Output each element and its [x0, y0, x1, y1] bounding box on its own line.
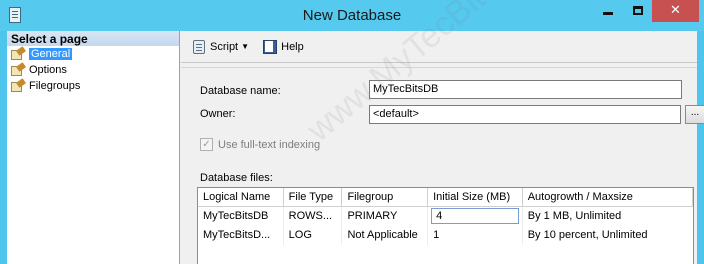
database-name-label: Database name: — [200, 85, 281, 97]
column-header-logical-name[interactable]: Logical Name — [198, 188, 284, 207]
help-book-icon — [262, 39, 278, 55]
database-files-grid: Logical Name File Type Filegroup Initial… — [197, 187, 694, 264]
cell-filegroup[interactable]: PRIMARY — [342, 207, 429, 226]
cell-logical-name[interactable]: MyTecBitsDB — [198, 207, 284, 226]
cell-filegroup[interactable]: Not Applicable — [342, 226, 429, 245]
help-label: Help — [281, 40, 304, 53]
table-row[interactable]: MyTecBitsD... LOG Not Applicable 1 By 10… — [198, 226, 693, 245]
page-wrench-icon — [11, 61, 26, 77]
script-label: Script — [210, 40, 239, 53]
toolbar: Script ▼ Help — [181, 31, 697, 62]
column-header-file-type[interactable]: File Type — [283, 188, 343, 207]
column-header-initial-size[interactable]: Initial Size (MB) — [428, 188, 523, 207]
script-icon — [191, 39, 207, 55]
script-dropdown-arrow-icon[interactable]: ▼ — [238, 42, 252, 51]
toolbar-divider — [181, 62, 697, 63]
dialog-window: Select a page General Options Filegroups… — [7, 31, 704, 264]
close-button[interactable]: ✕ — [652, 0, 699, 22]
page-item-label: Options — [29, 64, 67, 76]
page-item-general[interactable]: General — [7, 45, 179, 62]
page-wrench-icon — [11, 45, 26, 61]
system-menu-icon[interactable] — [9, 7, 21, 23]
maximize-icon — [633, 6, 643, 16]
grid-header-row: Logical Name File Type Filegroup Initial… — [198, 188, 693, 207]
fulltext-indexing-checkbox[interactable]: ✓ — [200, 138, 213, 151]
database-name-input[interactable]: MyTecBitsDB — [369, 80, 682, 99]
page-item-options[interactable]: Options — [7, 61, 179, 78]
cell-logical-name[interactable]: MyTecBitsD... — [198, 226, 284, 245]
page-item-filegroups[interactable]: Filegroups — [7, 77, 179, 94]
content-area: Script ▼ Help Database name: MyTecBitsDB… — [181, 31, 704, 264]
page-selector-heading: Select a page — [7, 31, 179, 46]
minimize-icon — [603, 12, 613, 16]
owner-label: Owner: — [200, 108, 236, 120]
fulltext-indexing-option: ✓ Use full-text indexing — [200, 138, 320, 151]
cell-autogrowth[interactable]: By 1 MB, Unlimited — [523, 207, 693, 226]
title-bar: New Database ✕ — [0, 0, 704, 31]
fulltext-indexing-label: Use full-text indexing — [218, 138, 321, 151]
table-row[interactable]: MyTecBitsDB ROWS... PRIMARY 4 By 1 MB, U… — [198, 207, 693, 226]
page-item-label: Filegroups — [29, 80, 81, 92]
initial-size-edit-field[interactable]: 4 — [431, 208, 519, 224]
cell-autogrowth[interactable]: By 10 percent, Unlimited — [523, 226, 693, 245]
minimize-button[interactable] — [594, 0, 622, 22]
page-wrench-icon — [11, 77, 26, 93]
general-page-panel: Database name: MyTecBitsDB Owner: <defau… — [181, 67, 704, 264]
page-selector: Select a page General Options Filegroups — [7, 31, 180, 264]
page-item-label: General — [29, 48, 73, 60]
help-button[interactable]: Help — [262, 37, 304, 57]
cell-file-type[interactable]: ROWS... — [284, 207, 343, 226]
database-files-label: Database files: — [200, 172, 273, 184]
window-title: New Database — [302, 7, 402, 24]
owner-browse-button[interactable]: ... — [685, 105, 704, 124]
owner-input[interactable]: <default> — [369, 105, 681, 124]
cell-file-type[interactable]: LOG — [284, 226, 343, 245]
column-header-autogrowth[interactable]: Autogrowth / Maxsize — [522, 188, 693, 207]
script-button[interactable]: Script — [191, 37, 238, 57]
maximize-button[interactable] — [624, 0, 652, 22]
cell-initial-size[interactable]: 1 — [428, 226, 523, 245]
cell-initial-size[interactable]: 4 — [428, 207, 523, 226]
column-header-filegroup[interactable]: Filegroup — [342, 188, 429, 207]
close-icon: ✕ — [670, 2, 681, 17]
